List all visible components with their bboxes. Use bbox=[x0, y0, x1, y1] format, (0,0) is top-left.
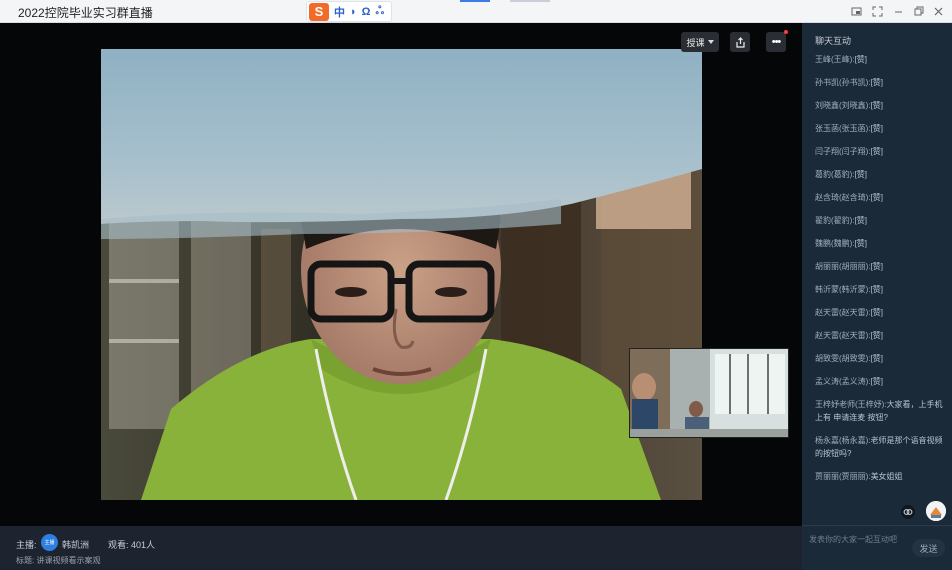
ime-chinese-mode-icon[interactable]: 中 bbox=[334, 4, 345, 20]
chat-message-user: 魏鹏(魏鹏): bbox=[815, 239, 855, 248]
chat-message-list[interactable]: 王峰(王峰):[赞] 孙书凯(孙书凯):[赞] 刘晓鑫(刘晓鑫):[赞] 张玉菡(张玉… bbox=[815, 53, 945, 493]
chat-message-text: [赞] bbox=[870, 285, 884, 294]
mode-select[interactable]: 授课 bbox=[681, 32, 719, 52]
chat-message-text: [赞] bbox=[870, 193, 884, 202]
pip-video-feed[interactable] bbox=[629, 348, 789, 438]
chat-message: 赵天雷(赵天雷):[赞] bbox=[815, 329, 945, 342]
chat-message-text: [赞] bbox=[870, 124, 884, 133]
host-label: 主播: bbox=[16, 540, 37, 550]
chat-input[interactable] bbox=[809, 531, 909, 547]
chat-message-user: 赵天雷(赵天雷): bbox=[815, 308, 871, 317]
chat-message: 胡致雯(胡致雯):[赞] bbox=[815, 352, 945, 365]
host-name: 韩凯洲 bbox=[62, 540, 90, 550]
chat-message-user: 王峰(王峰): bbox=[815, 55, 855, 64]
chat-message-user: 葛豹(葛豹): bbox=[815, 170, 855, 179]
chat-message-text: [赞] bbox=[854, 239, 868, 248]
chat-message: 孙书凯(孙书凯):[赞] bbox=[815, 76, 945, 89]
chevron-down-icon bbox=[707, 40, 714, 44]
live-stream-window: 2022控院毕业实习群直播 S 中 ◗ Ω ஃ 授课 ••• 主播: 主播 韩凯… bbox=[0, 0, 952, 570]
chat-message-text: [赞] bbox=[854, 216, 868, 225]
chat-message-user: 胡致雯(胡致雯): bbox=[815, 354, 871, 363]
chat-message-user: 闫子翔(闫子翔): bbox=[815, 147, 871, 156]
chat-message-text: [赞] bbox=[870, 354, 884, 363]
title-bar: 2022控院毕业实习群直播 S 中 ◗ Ω ஃ bbox=[0, 0, 952, 23]
chat-message-text: [赞] bbox=[870, 308, 884, 317]
chat-message-user: 孙书凯(孙书凯): bbox=[815, 78, 871, 87]
close-icon[interactable] bbox=[930, 3, 946, 19]
chat-message-user: 赵天雷(赵天雷): bbox=[815, 331, 871, 340]
video-stage: 授课 ••• bbox=[0, 23, 802, 526]
chat-message-user: 韩沂蒙(韩沂蒙): bbox=[815, 285, 871, 294]
share-icon bbox=[735, 36, 745, 48]
chat-message-user: 张玉菡(张玉菡): bbox=[815, 124, 871, 133]
chat-message-text: [赞] bbox=[870, 147, 884, 156]
ime-tools-icon[interactable]: ஃ bbox=[375, 5, 384, 19]
main-video-feed[interactable] bbox=[101, 49, 702, 500]
restore-icon[interactable] bbox=[910, 3, 926, 19]
chat-message: 魏鹏(魏鹏):[赞] bbox=[815, 237, 945, 250]
chat-message: 王梓妤老师(王梓妤):大家看，上手机上有 申请连麦 按钮? bbox=[815, 398, 945, 424]
minimize-icon[interactable] bbox=[890, 3, 906, 19]
chat-message: 赵含琦(赵含琦):[赞] bbox=[815, 191, 945, 204]
chat-message: 韩沂蒙(韩沂蒙):[赞] bbox=[815, 283, 945, 296]
link-icon[interactable] bbox=[901, 505, 915, 519]
chat-title: 聊天互动 bbox=[815, 36, 852, 46]
video-controls: 授课 bbox=[681, 32, 719, 52]
ime-omega-icon[interactable]: Ω bbox=[362, 6, 371, 18]
chat-message-user: 赵含琦(赵含琦): bbox=[815, 193, 871, 202]
chat-message-text: [赞] bbox=[870, 101, 884, 110]
chat-toolbar bbox=[802, 499, 952, 525]
chat-message-text: [赞] bbox=[870, 78, 884, 87]
chat-message-user: 贾丽丽(贾丽丽): bbox=[815, 472, 871, 481]
chat-panel: 聊天互动 王峰(王峰):[赞] 孙书凯(孙书凯):[赞] 刘晓鑫(刘晓鑫):[赞] 张… bbox=[802, 23, 952, 570]
chat-message: 翟豹(翟豹):[赞] bbox=[815, 214, 945, 227]
chat-divider bbox=[802, 525, 952, 526]
chat-message: 张玉菡(张玉菡):[赞] bbox=[815, 122, 945, 135]
viewer-count: 观看: 401人 bbox=[108, 540, 156, 550]
chat-message-text: [赞] bbox=[854, 170, 868, 179]
more-icon: ••• bbox=[771, 36, 782, 48]
share-button[interactable] bbox=[730, 32, 750, 52]
fullscreen-icon[interactable] bbox=[869, 3, 885, 19]
chat-message: 胡丽丽(胡丽丽):[赞] bbox=[815, 260, 945, 273]
stream-topic: 标题: 讲课视频看示案观 bbox=[16, 556, 101, 565]
window-title: 2022控院毕业实习群直播 bbox=[18, 6, 153, 20]
ime-moon-icon[interactable]: ◗ bbox=[350, 6, 357, 18]
stream-info-bar: 主播: 主播 韩凯洲 观看: 401人 标题: 讲课视频看示案观 bbox=[0, 526, 802, 570]
more-options-button[interactable]: ••• bbox=[766, 32, 786, 52]
user-avatar[interactable] bbox=[926, 501, 946, 521]
chat-message-text: 美女姐姐 bbox=[870, 472, 903, 481]
chat-message: 葛豹(葛豹):[赞] bbox=[815, 168, 945, 181]
chat-message-user: 胡丽丽(胡丽丽): bbox=[815, 262, 871, 271]
ime-toolbar[interactable]: S 中 ◗ Ω ஃ bbox=[306, 1, 392, 22]
notification-dot bbox=[784, 30, 788, 34]
title-accent-bar-2 bbox=[510, 0, 550, 2]
send-button[interactable]: 发送 bbox=[912, 539, 945, 557]
chat-message: 杨永嘉(杨永嘉):老师是那个语音视频的按钮吗? bbox=[815, 434, 945, 460]
chat-message: 贾丽丽(贾丽丽):美女姐姐 bbox=[815, 470, 945, 483]
chat-message-text: [赞] bbox=[854, 55, 868, 64]
mode-select-label: 授课 bbox=[686, 37, 705, 48]
sogou-ime-icon[interactable]: S bbox=[309, 2, 329, 21]
chat-message-user: 翟豹(翟豹): bbox=[815, 216, 855, 225]
chat-message: 闫子翔(闫子翔):[赞] bbox=[815, 145, 945, 158]
pip-mode-icon[interactable] bbox=[848, 3, 864, 19]
title-accent-bar bbox=[460, 0, 490, 2]
chat-message-text: [赞] bbox=[870, 331, 884, 340]
chat-message-user: 杨永嘉(杨永嘉): bbox=[815, 436, 871, 445]
chat-message: 孟义涛(孟义涛):[赞] bbox=[815, 375, 945, 388]
host-avatar[interactable]: 主播 bbox=[41, 534, 58, 551]
chat-message-user: 刘晓鑫(刘晓鑫): bbox=[815, 101, 871, 110]
chat-message: 赵天雷(赵天雷):[赞] bbox=[815, 306, 945, 319]
chat-message-text: [赞] bbox=[870, 262, 884, 271]
chat-message: 刘晓鑫(刘晓鑫):[赞] bbox=[815, 99, 945, 112]
chat-message-user: 王梓妤老师(王梓妤): bbox=[815, 400, 887, 409]
chat-message: 王峰(王峰):[赞] bbox=[815, 53, 945, 66]
chat-message-text: [赞] bbox=[870, 377, 884, 386]
chat-message-user: 孟义涛(孟义涛): bbox=[815, 377, 871, 386]
